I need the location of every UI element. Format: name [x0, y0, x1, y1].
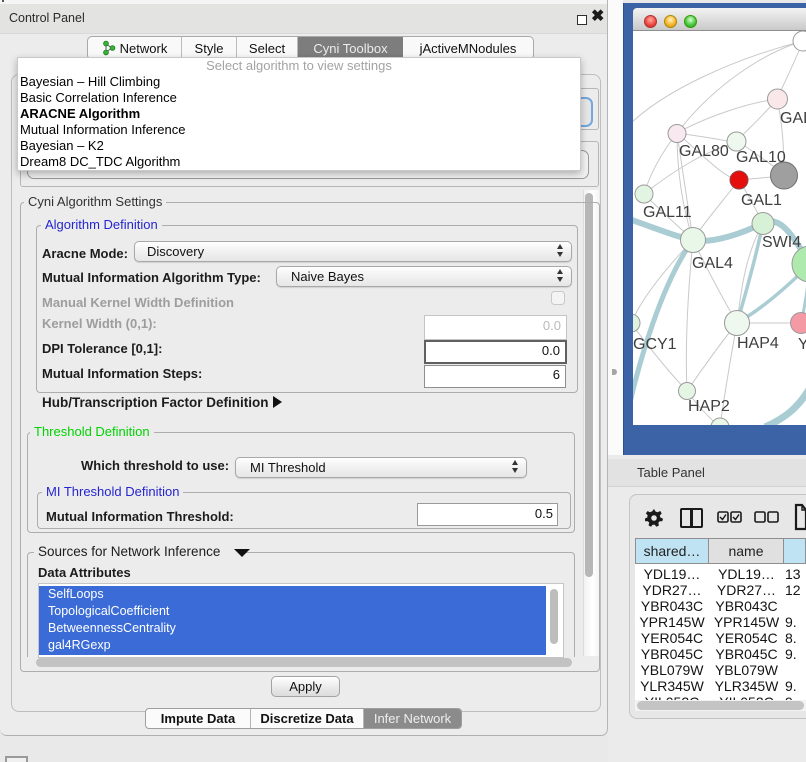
svg-text:GCY1: GCY1	[633, 336, 677, 353]
svg-text:Y: Y	[798, 336, 806, 353]
svg-text:GAL80: GAL80	[679, 143, 729, 160]
svg-text:SWI4: SWI4	[762, 234, 801, 251]
svg-text:GAL11: GAL11	[643, 204, 692, 221]
svg-text:GAL4: GAL4	[692, 255, 733, 272]
svg-text:HAP2: HAP2	[688, 398, 730, 415]
svg-text:HAP4: HAP4	[737, 335, 779, 352]
svg-text:GAL10: GAL10	[736, 149, 786, 166]
svg-text:GAL1: GAL1	[741, 192, 782, 209]
svg-text:GAL7: GAL7	[780, 110, 806, 127]
